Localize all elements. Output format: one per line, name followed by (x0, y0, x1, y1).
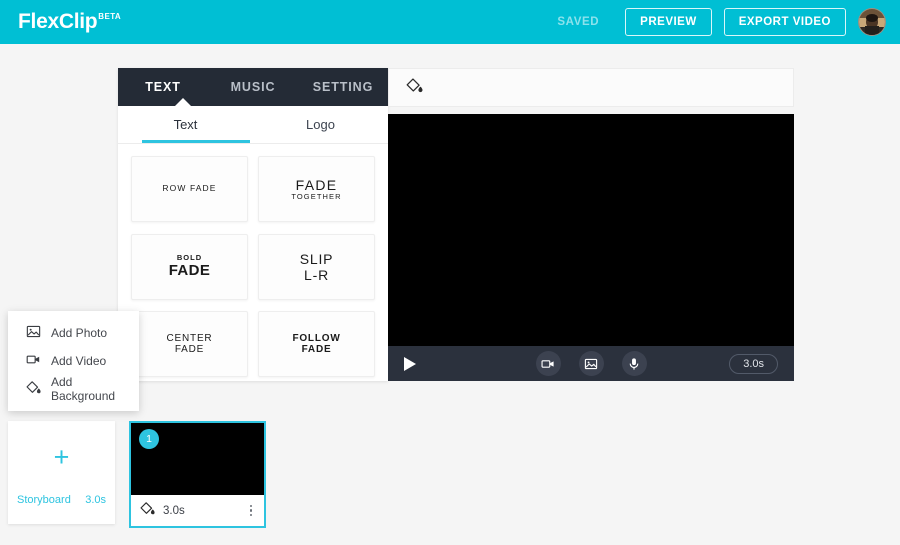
image-icon (26, 324, 41, 342)
text-preset-card[interactable]: ROW FADE (131, 156, 248, 222)
tab-music[interactable]: MUSIC (208, 80, 298, 94)
paint-bucket-icon (26, 380, 41, 398)
video-camera-icon (26, 352, 41, 370)
scene-card[interactable]: 1 3.0s (129, 421, 266, 528)
text-preset-card[interactable]: FADE TOGETHER (258, 156, 375, 222)
player-controls: 3.0s (388, 346, 794, 381)
export-video-button[interactable]: EXPORT VIDEO (724, 8, 846, 36)
logo-main-text: lexClip (31, 10, 98, 33)
preview-duration[interactable]: 3.0s (729, 354, 778, 374)
text-preset-card[interactable]: BOLD FADE (131, 234, 248, 300)
menu-item-add-photo[interactable]: Add Photo (8, 319, 139, 347)
kebab-dot (250, 514, 253, 517)
scene-thumbnail[interactable]: 1 (131, 423, 264, 495)
storyboard-total-duration: 3.0s (85, 494, 106, 506)
add-video-button[interactable] (536, 351, 561, 376)
preset-line1: CENTER (167, 333, 213, 345)
avatar-image (859, 9, 885, 35)
panel-tabbar: TEXT MUSIC SETTING (118, 68, 388, 106)
storyboard-add-footer: Storyboard 3.0s (8, 494, 115, 506)
tab-text[interactable]: TEXT (118, 80, 208, 94)
preset-line1: BOLD (177, 254, 202, 263)
text-preset-card[interactable]: FOLLOW FADE (258, 311, 375, 377)
preset-line2: L-R (304, 267, 329, 283)
flexclip-editor: FlexClip BETA SAVED PREVIEW EXPORT VIDEO (0, 0, 900, 545)
preset-line2: TOGETHER (291, 193, 341, 202)
preset-line2: FADE (169, 262, 211, 279)
add-media-context-menu: Add Photo Add Video Add Background (8, 311, 139, 411)
logo-text: FlexClip (18, 11, 97, 33)
subtab-logo[interactable]: Logo (253, 106, 388, 143)
subtab-active-underline (142, 140, 250, 143)
logo-beta-badge: BETA (98, 12, 121, 21)
scene-footer: 3.0s (131, 495, 264, 526)
saved-status: SAVED (543, 16, 613, 28)
logo-f-letter: F (18, 11, 31, 33)
app-header: FlexClip BETA SAVED PREVIEW EXPORT VIDEO (0, 0, 900, 44)
paint-bucket-icon[interactable] (406, 77, 423, 99)
menu-item-add-background[interactable]: Add Background (8, 375, 139, 403)
add-scene-plus-icon[interactable]: + (8, 421, 115, 494)
app-logo[interactable]: FlexClip BETA (18, 11, 121, 33)
add-image-button[interactable] (579, 351, 604, 376)
preset-line1: FOLLOW (292, 333, 340, 345)
kebab-dot (250, 505, 253, 508)
preset-line1: FADE (296, 177, 338, 193)
text-preset-grid: ROW FADE FADE TOGETHER BOLD FADE SLIP L-… (118, 144, 388, 381)
preset-line1: ROW FADE (162, 184, 216, 194)
preset-line2: FADE (175, 344, 204, 356)
text-preset-card[interactable]: SLIP L-R (258, 234, 375, 300)
video-preview-stage[interactable] (388, 114, 794, 346)
preview-panel: 3.0s (388, 68, 794, 381)
header-actions: SAVED PREVIEW EXPORT VIDEO (543, 8, 886, 36)
more-options-icon[interactable] (247, 502, 256, 520)
preview-toolbar (388, 68, 794, 107)
storyboard-add-panel[interactable]: + Storyboard 3.0s (8, 421, 115, 524)
avatar[interactable] (858, 8, 886, 36)
scene-index-badge: 1 (139, 429, 159, 449)
paint-bucket-icon[interactable] (140, 501, 155, 521)
play-button[interactable] (404, 357, 416, 371)
menu-item-label: Add Video (51, 354, 106, 368)
kebab-dot (250, 509, 253, 512)
storyboard-label: Storyboard (17, 494, 71, 506)
preset-line1: SLIP (300, 251, 334, 267)
scene-duration: 3.0s (163, 505, 185, 517)
left-panel: TEXT MUSIC SETTING Text Logo ROW FADE FA… (118, 68, 388, 381)
preset-line2: FADE (302, 344, 332, 356)
menu-item-add-video[interactable]: Add Video (8, 347, 139, 375)
menu-item-label: Add Background (51, 375, 139, 403)
preview-button[interactable]: PREVIEW (625, 8, 712, 36)
panel-subtabs: Text Logo (118, 106, 388, 144)
tab-setting[interactable]: SETTING (298, 80, 388, 94)
subtab-text[interactable]: Text (118, 106, 253, 143)
text-preset-card[interactable]: CENTER FADE (131, 311, 248, 377)
add-audio-button[interactable] (622, 351, 647, 376)
menu-item-label: Add Photo (51, 326, 107, 340)
